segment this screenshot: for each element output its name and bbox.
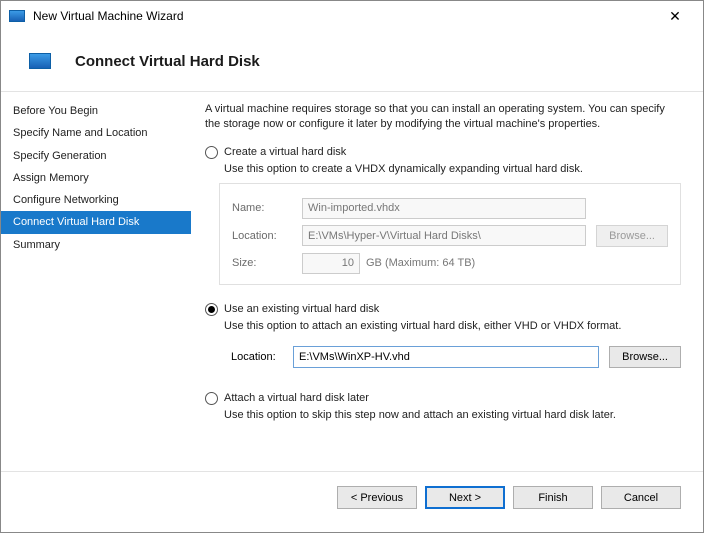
radio-create-label: Create a virtual hard disk <box>224 146 346 158</box>
titlebar: New Virtual Machine Wizard ✕ <box>1 1 703 31</box>
option-create-vhd: Create a virtual hard disk Use this opti… <box>205 146 681 285</box>
browse-button-existing[interactable]: Browse... <box>609 346 681 368</box>
sidebar-item-specify-generation[interactable]: Specify Generation <box>1 145 191 167</box>
radio-later-label: Attach a virtual hard disk later <box>224 392 369 404</box>
radio-existing-label: Use an existing virtual hard disk <box>224 303 379 315</box>
previous-button[interactable]: < Previous <box>337 486 417 509</box>
header-icon <box>29 53 51 69</box>
create-fields-box: Name: Location: Browse... Size: GB (Maxi… <box>219 183 681 285</box>
wizard-footer: < Previous Next > Finish Cancel <box>1 471 703 523</box>
finish-button[interactable]: Finish <box>513 486 593 509</box>
sidebar-item-specify-name[interactable]: Specify Name and Location <box>1 122 191 144</box>
close-icon[interactable]: ✕ <box>655 8 695 25</box>
existing-desc: Use this option to attach an existing vi… <box>224 320 681 332</box>
sidebar-item-connect-vhd[interactable]: Connect Virtual Hard Disk <box>1 211 191 233</box>
page-title: Connect Virtual Hard Disk <box>75 53 260 70</box>
cancel-button[interactable]: Cancel <box>601 486 681 509</box>
wizard-icon <box>9 10 25 22</box>
size-input <box>302 253 360 274</box>
existing-location-label: Location: <box>231 351 283 363</box>
wizard-steps-sidebar: Before You Begin Specify Name and Locati… <box>1 92 191 471</box>
name-label: Name: <box>232 202 292 214</box>
existing-location-input[interactable] <box>293 346 599 368</box>
radio-create-vhd[interactable] <box>205 146 218 159</box>
later-desc: Use this option to skip this step now an… <box>224 409 681 421</box>
sidebar-item-summary[interactable]: Summary <box>1 234 191 256</box>
wizard-header: Connect Virtual Hard Disk <box>1 31 703 91</box>
sidebar-item-before-you-begin[interactable]: Before You Begin <box>1 100 191 122</box>
option-existing-vhd: Use an existing virtual hard disk Use th… <box>205 303 681 374</box>
browse-button-create: Browse... <box>596 225 668 247</box>
next-button[interactable]: Next > <box>425 486 505 509</box>
existing-fields-box: Location: Browse... <box>205 340 681 374</box>
radio-attach-later[interactable] <box>205 392 218 405</box>
main-panel: A virtual machine requires storage so th… <box>191 92 703 471</box>
size-unit: GB (Maximum: 64 TB) <box>366 257 475 269</box>
window-title: New Virtual Machine Wizard <box>33 9 655 23</box>
radio-existing-vhd[interactable] <box>205 303 218 316</box>
location-label: Location: <box>232 230 292 242</box>
name-input <box>302 198 586 219</box>
size-label: Size: <box>232 257 292 269</box>
option-attach-later: Attach a virtual hard disk later Use thi… <box>205 392 681 421</box>
create-desc: Use this option to create a VHDX dynamic… <box>224 163 681 175</box>
sidebar-item-configure-networking[interactable]: Configure Networking <box>1 189 191 211</box>
intro-text: A virtual machine requires storage so th… <box>205 102 681 132</box>
sidebar-item-assign-memory[interactable]: Assign Memory <box>1 167 191 189</box>
location-input <box>302 225 586 246</box>
